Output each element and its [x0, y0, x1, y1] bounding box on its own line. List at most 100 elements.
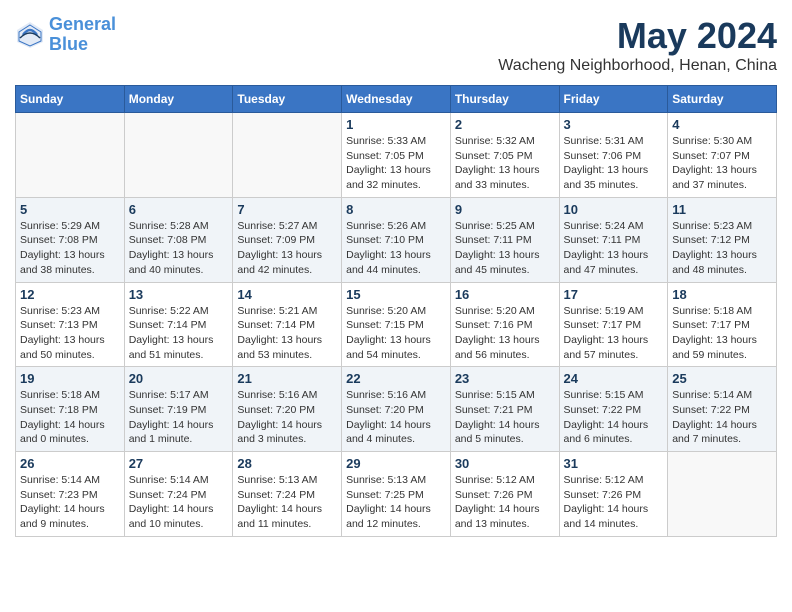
- calendar-cell: 6Sunrise: 5:28 AMSunset: 7:08 PMDaylight…: [124, 197, 233, 282]
- day-number: 22: [346, 371, 446, 386]
- day-number: 8: [346, 202, 446, 217]
- location-subtitle: Wacheng Neighborhood, Henan, China: [498, 57, 777, 75]
- calendar-cell: [16, 113, 125, 198]
- day-info: Sunrise: 5:23 AMSunset: 7:12 PMDaylight:…: [672, 219, 772, 278]
- day-info: Sunrise: 5:14 AMSunset: 7:24 PMDaylight:…: [129, 473, 229, 532]
- day-info: Sunrise: 5:32 AMSunset: 7:05 PMDaylight:…: [455, 134, 555, 193]
- day-info: Sunrise: 5:20 AMSunset: 7:15 PMDaylight:…: [346, 304, 446, 363]
- calendar-cell: 2 Sunrise: 5:32 AMSunset: 7:05 PMDaylight…: [450, 113, 559, 198]
- calendar-cell: 4 Sunrise: 5:30 AMSunset: 7:07 PMDaylight…: [668, 113, 777, 198]
- day-info: Sunrise: 5:19 AMSunset: 7:17 PMDaylight:…: [564, 304, 664, 363]
- calendar-week-row: 5 Sunrise: 5:29 AMSunset: 7:08 PMDaylight…: [16, 197, 777, 282]
- day-info: Sunrise: 5:31 AMSunset: 7:06 PMDaylight:…: [564, 134, 664, 193]
- day-number: 5: [20, 202, 120, 217]
- calendar-cell: 7 Sunrise: 5:27 AMSunset: 7:09 PMDaylight…: [233, 197, 342, 282]
- day-info: Sunrise: 5:18 AMSunset: 7:18 PMDaylight:…: [20, 388, 120, 447]
- calendar-cell: 8 Sunrise: 5:26 AMSunset: 7:10 PMDaylight…: [342, 197, 451, 282]
- day-info: Sunrise: 5:14 AMSunset: 7:22 PMDaylight:…: [672, 388, 772, 447]
- day-number: 24: [564, 371, 664, 386]
- logo: General Blue: [15, 15, 116, 55]
- day-info: Sunrise: 5:22 AMSunset: 7:14 PMDaylight:…: [129, 304, 229, 363]
- page-header: General Blue May 2024 Wacheng Neighborho…: [15, 15, 777, 75]
- day-number: 30: [455, 456, 555, 471]
- calendar-cell: 20Sunrise: 5:17 AMSunset: 7:19 PMDayligh…: [124, 367, 233, 452]
- calendar-cell: 13 Sunrise: 5:22 AMSunset: 7:14 PMDayligh…: [124, 282, 233, 367]
- weekday-header: Wednesday: [342, 86, 451, 113]
- day-number: 18: [672, 287, 772, 302]
- weekday-header: Thursday: [450, 86, 559, 113]
- day-info: Sunrise: 5:21 AMSunset: 7:14 PMDaylight:…: [237, 304, 337, 363]
- calendar-cell: 10Sunrise: 5:24 AMSunset: 7:11 PMDayligh…: [559, 197, 668, 282]
- day-number: 15: [346, 287, 446, 302]
- day-info: Sunrise: 5:12 AMSunset: 7:26 PMDaylight:…: [564, 473, 664, 532]
- day-number: 4: [672, 117, 772, 132]
- day-number: 13: [129, 287, 229, 302]
- calendar-cell: 22 Sunrise: 5:16 AMSunset: 7:20 PMDayligh…: [342, 367, 451, 452]
- calendar-cell: [668, 452, 777, 537]
- weekday-header: Tuesday: [233, 86, 342, 113]
- day-number: 25: [672, 371, 772, 386]
- day-info: Sunrise: 5:26 AMSunset: 7:10 PMDaylight:…: [346, 219, 446, 278]
- logo-text: General Blue: [49, 15, 116, 55]
- calendar-cell: 26 Sunrise: 5:14 AMSunset: 7:23 PMDayligh…: [16, 452, 125, 537]
- calendar-cell: 1Sunrise: 5:33 AMSunset: 7:05 PMDaylight…: [342, 113, 451, 198]
- day-info: Sunrise: 5:27 AMSunset: 7:09 PMDaylight:…: [237, 219, 337, 278]
- day-info: Sunrise: 5:33 AMSunset: 7:05 PMDaylight:…: [346, 134, 446, 193]
- calendar-cell: 16 Sunrise: 5:20 AMSunset: 7:16 PMDayligh…: [450, 282, 559, 367]
- day-info: Sunrise: 5:16 AMSunset: 7:20 PMDaylight:…: [346, 388, 446, 447]
- day-number: 26: [20, 456, 120, 471]
- calendar-cell: 17 Sunrise: 5:19 AMSunset: 7:17 PMDayligh…: [559, 282, 668, 367]
- day-number: 23: [455, 371, 555, 386]
- day-info: Sunrise: 5:28 AMSunset: 7:08 PMDaylight:…: [129, 219, 229, 278]
- calendar-cell: 9Sunrise: 5:25 AMSunset: 7:11 PMDaylight…: [450, 197, 559, 282]
- calendar-cell: 5 Sunrise: 5:29 AMSunset: 7:08 PMDaylight…: [16, 197, 125, 282]
- day-number: 28: [237, 456, 337, 471]
- day-number: 12: [20, 287, 120, 302]
- calendar-week-row: 19 Sunrise: 5:18 AMSunset: 7:18 PMDayligh…: [16, 367, 777, 452]
- day-info: Sunrise: 5:15 AMSunset: 7:22 PMDaylight:…: [564, 388, 664, 447]
- calendar-cell: 25 Sunrise: 5:14 AMSunset: 7:22 PMDayligh…: [668, 367, 777, 452]
- day-info: Sunrise: 5:15 AMSunset: 7:21 PMDaylight:…: [455, 388, 555, 447]
- calendar-cell: 21 Sunrise: 5:16 AMSunset: 7:20 PMDayligh…: [233, 367, 342, 452]
- calendar-cell: 30Sunrise: 5:12 AMSunset: 7:26 PMDayligh…: [450, 452, 559, 537]
- day-info: Sunrise: 5:20 AMSunset: 7:16 PMDaylight:…: [455, 304, 555, 363]
- day-info: Sunrise: 5:24 AMSunset: 7:11 PMDaylight:…: [564, 219, 664, 278]
- day-info: Sunrise: 5:23 AMSunset: 7:13 PMDaylight:…: [20, 304, 120, 363]
- calendar-table: SundayMondayTuesdayWednesdayThursdayFrid…: [15, 85, 777, 537]
- day-number: 11: [672, 202, 772, 217]
- calendar-cell: 23 Sunrise: 5:15 AMSunset: 7:21 PMDayligh…: [450, 367, 559, 452]
- calendar-cell: 31 Sunrise: 5:12 AMSunset: 7:26 PMDayligh…: [559, 452, 668, 537]
- logo-icon: [15, 20, 45, 50]
- day-number: 19: [20, 371, 120, 386]
- day-number: 9: [455, 202, 555, 217]
- day-info: Sunrise: 5:16 AMSunset: 7:20 PMDaylight:…: [237, 388, 337, 447]
- calendar-cell: 12 Sunrise: 5:23 AMSunset: 7:13 PMDayligh…: [16, 282, 125, 367]
- weekday-header: Saturday: [668, 86, 777, 113]
- calendar-cell: 24 Sunrise: 5:15 AMSunset: 7:22 PMDayligh…: [559, 367, 668, 452]
- calendar-cell: [124, 113, 233, 198]
- day-number: 14: [237, 287, 337, 302]
- day-info: Sunrise: 5:18 AMSunset: 7:17 PMDaylight:…: [672, 304, 772, 363]
- calendar-cell: 27Sunrise: 5:14 AMSunset: 7:24 PMDayligh…: [124, 452, 233, 537]
- day-info: Sunrise: 5:17 AMSunset: 7:19 PMDaylight:…: [129, 388, 229, 447]
- day-info: Sunrise: 5:30 AMSunset: 7:07 PMDaylight:…: [672, 134, 772, 193]
- day-number: 31: [564, 456, 664, 471]
- day-number: 21: [237, 371, 337, 386]
- day-number: 29: [346, 456, 446, 471]
- month-year-title: May 2024: [498, 15, 777, 57]
- day-info: Sunrise: 5:13 AMSunset: 7:25 PMDaylight:…: [346, 473, 446, 532]
- calendar-cell: 18 Sunrise: 5:18 AMSunset: 7:17 PMDayligh…: [668, 282, 777, 367]
- calendar-cell: 19 Sunrise: 5:18 AMSunset: 7:18 PMDayligh…: [16, 367, 125, 452]
- day-number: 17: [564, 287, 664, 302]
- day-info: Sunrise: 5:14 AMSunset: 7:23 PMDaylight:…: [20, 473, 120, 532]
- calendar-cell: 3Sunrise: 5:31 AMSunset: 7:06 PMDaylight…: [559, 113, 668, 198]
- day-number: 7: [237, 202, 337, 217]
- calendar-cell: [233, 113, 342, 198]
- calendar-cell: 29 Sunrise: 5:13 AMSunset: 7:25 PMDayligh…: [342, 452, 451, 537]
- day-info: Sunrise: 5:29 AMSunset: 7:08 PMDaylight:…: [20, 219, 120, 278]
- day-number: 16: [455, 287, 555, 302]
- day-number: 2: [455, 117, 555, 132]
- calendar-week-row: 12 Sunrise: 5:23 AMSunset: 7:13 PMDayligh…: [16, 282, 777, 367]
- calendar-cell: 14 Sunrise: 5:21 AMSunset: 7:14 PMDayligh…: [233, 282, 342, 367]
- day-info: Sunrise: 5:13 AMSunset: 7:24 PMDaylight:…: [237, 473, 337, 532]
